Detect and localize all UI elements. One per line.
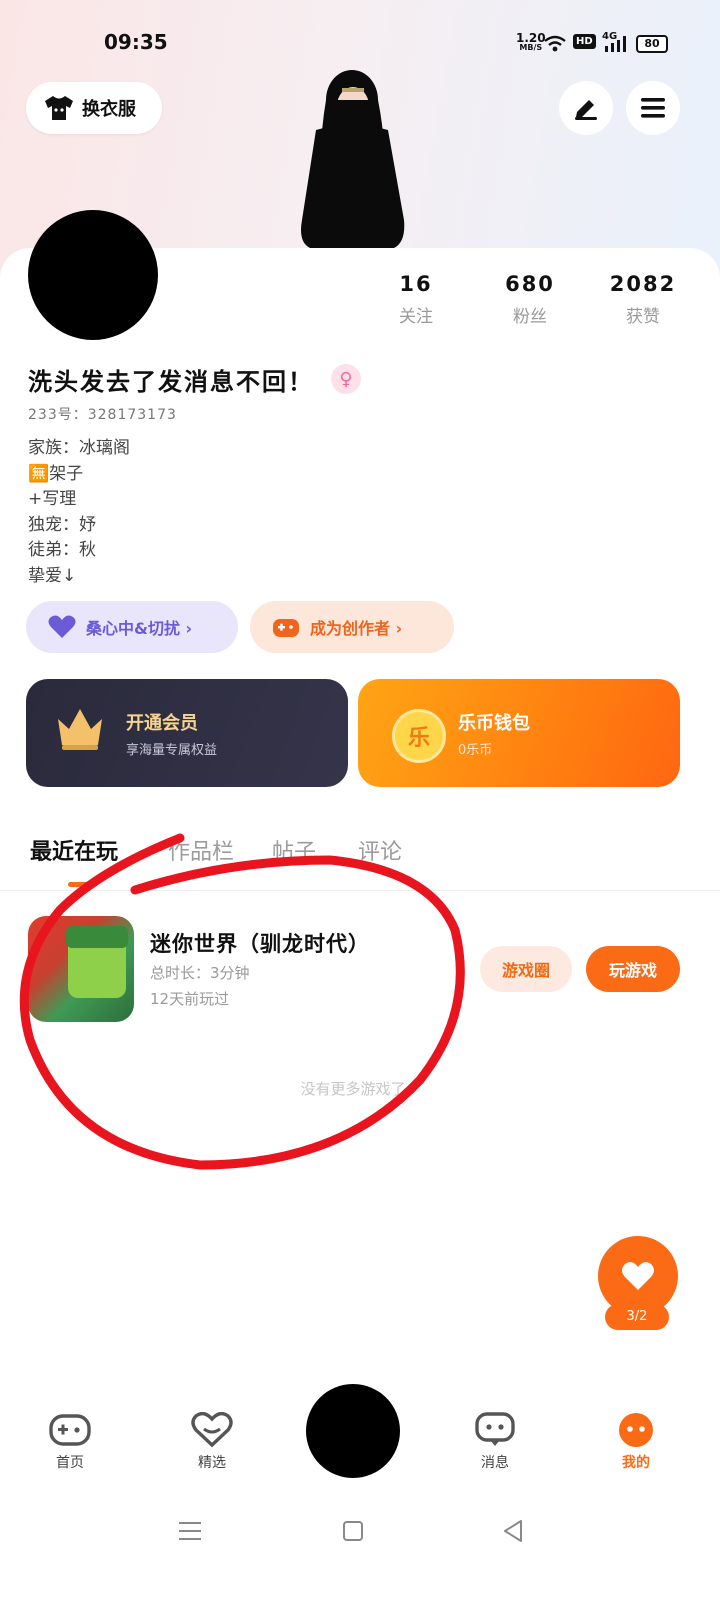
change-outfit-label: 换衣服 [82,99,136,120]
gamepad-icon [273,619,299,637]
become-creator-button[interactable]: 成为创作者 › [250,601,454,653]
nav-home[interactable]: 首页 [25,1412,115,1472]
stat-following-label: 关注 [399,307,433,327]
hd-icon: HD [573,34,596,49]
change-outfit-button[interactable]: 换衣服 [26,82,162,134]
mood-tag-label: 桑心中&切扰 › [86,619,193,638]
character-avatar[interactable] [286,70,418,250]
nav-messages-label: 消息 [481,1455,509,1471]
heart-icon [622,1262,654,1290]
bottom-nav: 首页 精选 消息 我的 [0,1376,720,1488]
stat-likes-label: 获赞 [626,307,660,327]
net-speed-value: 1.20 [516,31,546,45]
nav-featured-label: 精选 [198,1455,226,1471]
floating-badge: 3/2 [605,1304,669,1330]
wifi-icon [544,35,566,52]
stat-fans-label: 粉丝 [513,307,547,327]
play-game-button[interactable]: 玩游戏 [586,946,680,992]
back-icon[interactable] [502,1519,524,1543]
avatar[interactable] [28,210,158,340]
vip-subtitle: 享海量专属权益 [126,743,218,758]
stat-fans-value: 680 [505,272,555,296]
bio-line: 徒弟：秋 [28,540,96,560]
nav-home-label: 首页 [56,1455,84,1471]
profile-face-icon [619,1413,653,1447]
nav-messages[interactable]: 消息 [450,1412,540,1472]
system-nav-bar [0,1500,720,1600]
red-circle-annotation [19,833,465,1170]
recent-apps-icon[interactable] [178,1520,202,1542]
crown-icon [58,709,102,750]
vip-title: 开通会员 [126,713,198,734]
shirt-icon [45,96,73,120]
battery-icon: 80 [636,35,668,53]
stat-likes-value: 2082 [609,272,677,296]
stat-following-value: 16 [399,272,433,296]
vip-card[interactable]: 开通会员 享海量专属权益 [26,679,348,787]
heart-icon [191,1411,233,1448]
profile-bio: 家族：冰璃阁 🈚架子 +写理 独宠：妤 徒弟：秋 挚爱↓ [28,436,130,589]
home-icon[interactable] [342,1520,364,1542]
bio-line: +写理 [28,489,77,509]
nav-mine-label: 我的 [622,1455,650,1471]
wallet-balance: 0乐币 [458,743,493,758]
nav-mine[interactable]: 我的 [591,1412,681,1472]
bio-line: 挚爱↓ [28,565,77,586]
nav-center-button[interactable] [306,1384,400,1478]
female-icon: ♀ [331,364,361,394]
stat-fans[interactable]: 680 粉丝 [480,272,580,327]
heart-icon [48,615,76,638]
stat-likes[interactable]: 2082 获赞 [593,272,693,327]
wallet-card[interactable]: 乐 乐币钱包 0乐币 [358,679,680,787]
net-speed: 1.20 MB/S [516,31,546,53]
user-id: 233号：328173173 [28,407,177,423]
gamepad-icon [49,1414,91,1446]
status-bar: 09:35 1.20 MB/S HD 4G 80 [0,30,720,60]
mood-tag-button[interactable]: 桑心中&切扰 › [26,601,238,653]
menu-button[interactable] [626,81,680,135]
signal-icon [605,36,626,52]
stat-following[interactable]: 16 关注 [366,272,466,327]
chat-icon [475,1412,515,1446]
hamburger-icon [641,98,665,118]
status-time: 09:35 [104,30,168,54]
coin-icon: 乐 [392,709,446,763]
pen-icon [575,100,597,120]
bio-line: 家族：冰璃阁 [28,438,130,458]
bio-line: 🈚架子 [28,463,84,484]
wallet-title: 乐币钱包 [458,713,530,734]
become-creator-label: 成为创作者 › [310,619,403,638]
bio-line: 独宠：妤 [28,514,96,535]
profile-name: 洗头发去了发消息不回！ [28,368,314,396]
nav-featured[interactable]: 精选 [167,1411,257,1472]
game-circle-button[interactable]: 游戏圈 [480,946,572,992]
net-speed-unit: MB/S [519,43,543,52]
edit-profile-button[interactable] [559,81,613,135]
